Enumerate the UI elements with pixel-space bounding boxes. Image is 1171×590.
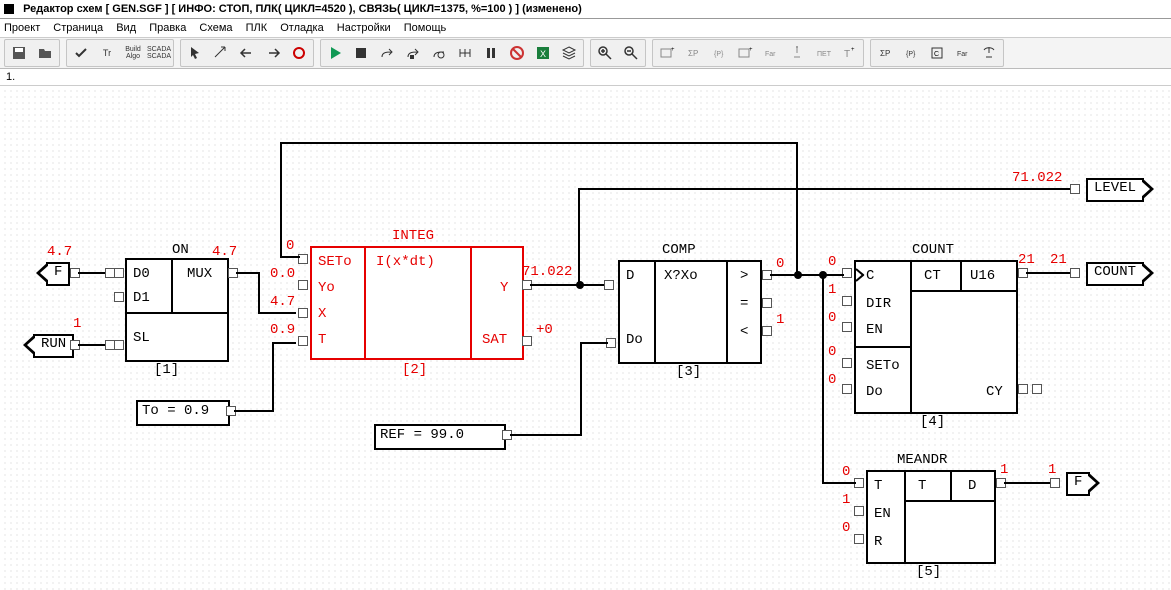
btn-check[interactable] bbox=[69, 41, 93, 65]
btn-g3[interactable]: C bbox=[925, 41, 949, 65]
btn-cancel[interactable] bbox=[505, 41, 529, 65]
block-integ[interactable]: SETo Yo X T I(x*dt) Y SAT bbox=[310, 246, 524, 360]
blk3-id: [3] bbox=[676, 364, 701, 380]
menu-page[interactable]: Страница bbox=[53, 22, 103, 34]
btn-step2[interactable] bbox=[401, 41, 425, 65]
window-title: Редактор схем [ GEN.SGF ] [ ИНФО: СТОП, … bbox=[23, 3, 582, 15]
btn-g5[interactable] bbox=[977, 41, 1001, 65]
tag-level-out[interactable]: LEVEL bbox=[1086, 178, 1144, 202]
menu-scheme[interactable]: Схема bbox=[199, 22, 232, 34]
val-f-in: 4.7 bbox=[47, 244, 72, 260]
svg-text:ΣP: ΣP bbox=[880, 49, 890, 58]
btn-g2[interactable]: {P} bbox=[899, 41, 923, 65]
tag-run-in[interactable]: RUN bbox=[33, 334, 74, 358]
btn-stop[interactable] bbox=[349, 41, 373, 65]
blk4-title: COUNT bbox=[912, 242, 954, 258]
btn-g1[interactable]: ΣP bbox=[873, 41, 897, 65]
svg-text:{P}: {P} bbox=[714, 51, 724, 58]
btn-scada[interactable]: SCADASCADA bbox=[147, 41, 171, 65]
blk2-id: [2] bbox=[402, 362, 427, 378]
menu-project[interactable]: Проект bbox=[4, 22, 40, 34]
btn-cursor[interactable] bbox=[183, 41, 207, 65]
page-tab[interactable]: 1. bbox=[0, 69, 1171, 86]
btn-db2[interactable]: ΣP bbox=[681, 41, 705, 65]
app-icon bbox=[4, 4, 14, 14]
const-ref[interactable]: REF = 99.0 bbox=[374, 424, 506, 450]
blk4-id: [4] bbox=[920, 414, 945, 430]
svg-text:+: + bbox=[749, 47, 753, 53]
tag-f-in[interactable]: F bbox=[46, 262, 70, 286]
blk5-id: [5] bbox=[916, 564, 941, 580]
btn-db7[interactable]: ΠET bbox=[811, 41, 835, 65]
btn-wire[interactable] bbox=[209, 41, 233, 65]
blk2-title: INTEG bbox=[392, 228, 434, 244]
btn-undo[interactable] bbox=[235, 41, 259, 65]
btn-zoom-out[interactable] bbox=[619, 41, 643, 65]
svg-text:T: T bbox=[844, 49, 850, 60]
svg-text:ΣP: ΣP bbox=[688, 49, 698, 58]
svg-text:Far: Far bbox=[765, 51, 776, 58]
btn-step3[interactable] bbox=[427, 41, 451, 65]
menu-view[interactable]: Вид bbox=[116, 22, 136, 34]
svg-text:{P}: {P} bbox=[906, 51, 916, 58]
const-to[interactable]: To = 0.9 bbox=[136, 400, 230, 426]
btn-build-algo[interactable]: BuildAlgo bbox=[121, 41, 145, 65]
blk5-title: MEANDR bbox=[897, 452, 947, 468]
btn-tr[interactable]: Tr bbox=[95, 41, 119, 65]
btn-db5[interactable]: Far bbox=[759, 41, 783, 65]
btn-layers[interactable] bbox=[557, 41, 581, 65]
btn-save[interactable] bbox=[7, 41, 31, 65]
btn-db4[interactable]: + bbox=[733, 41, 757, 65]
tag-count-out[interactable]: COUNT bbox=[1086, 262, 1144, 286]
btn-redo[interactable] bbox=[261, 41, 285, 65]
blk1-id: [1] bbox=[154, 362, 179, 378]
menu-debug[interactable]: Отладка bbox=[280, 22, 323, 34]
menu-help[interactable]: Помощь bbox=[404, 22, 447, 34]
canvas[interactable]: F 4.7 RUN 1 ON D0 D1 SL MUX [1] 4.7 To =… bbox=[0, 86, 1171, 590]
svg-text:ΠET: ΠET bbox=[817, 51, 831, 58]
block-comp[interactable]: D Do X?Xo > = < bbox=[618, 260, 762, 364]
block-mux[interactable]: D0 D1 SL MUX bbox=[125, 258, 229, 362]
btn-g4[interactable]: Far bbox=[951, 41, 975, 65]
val-run-in: 1 bbox=[73, 316, 81, 332]
svg-text:+: + bbox=[851, 47, 855, 53]
btn-db1[interactable]: + bbox=[655, 41, 679, 65]
btn-step4[interactable] bbox=[453, 41, 477, 65]
svg-text:C: C bbox=[934, 51, 939, 58]
titlebar: Редактор схем [ GEN.SGF ] [ ИНФО: СТОП, … bbox=[0, 0, 1171, 19]
svg-text:Far: Far bbox=[957, 51, 968, 58]
btn-db8[interactable]: T+ bbox=[837, 41, 861, 65]
toolbar: Tr BuildAlgo SCADASCADA X + ΣP {P} + Far… bbox=[0, 38, 1171, 69]
block-meandr[interactable]: T EN R T D bbox=[866, 470, 996, 564]
btn-play[interactable] bbox=[323, 41, 347, 65]
svg-text:+: + bbox=[671, 47, 675, 53]
svg-text:X: X bbox=[540, 49, 546, 59]
blk1-title: ON bbox=[172, 242, 189, 258]
menu-settings[interactable]: Настройки bbox=[337, 22, 391, 34]
btn-record[interactable] bbox=[287, 41, 311, 65]
tag-f-out[interactable]: F bbox=[1066, 472, 1090, 496]
btn-zoom-in[interactable] bbox=[593, 41, 617, 65]
btn-db6[interactable] bbox=[785, 41, 809, 65]
menubar: Проект Страница Вид Правка Схема ПЛК Отл… bbox=[0, 19, 1171, 38]
blk3-title: COMP bbox=[662, 242, 696, 258]
btn-excel[interactable]: X bbox=[531, 41, 555, 65]
btn-db3[interactable]: {P} bbox=[707, 41, 731, 65]
block-count[interactable]: C DIR EN SETo Do CT U16 CY bbox=[854, 260, 1018, 414]
btn-open[interactable] bbox=[33, 41, 57, 65]
btn-pause[interactable] bbox=[479, 41, 503, 65]
menu-edit[interactable]: Правка bbox=[149, 22, 186, 34]
btn-step1[interactable] bbox=[375, 41, 399, 65]
menu-plc[interactable]: ПЛК bbox=[246, 22, 268, 34]
